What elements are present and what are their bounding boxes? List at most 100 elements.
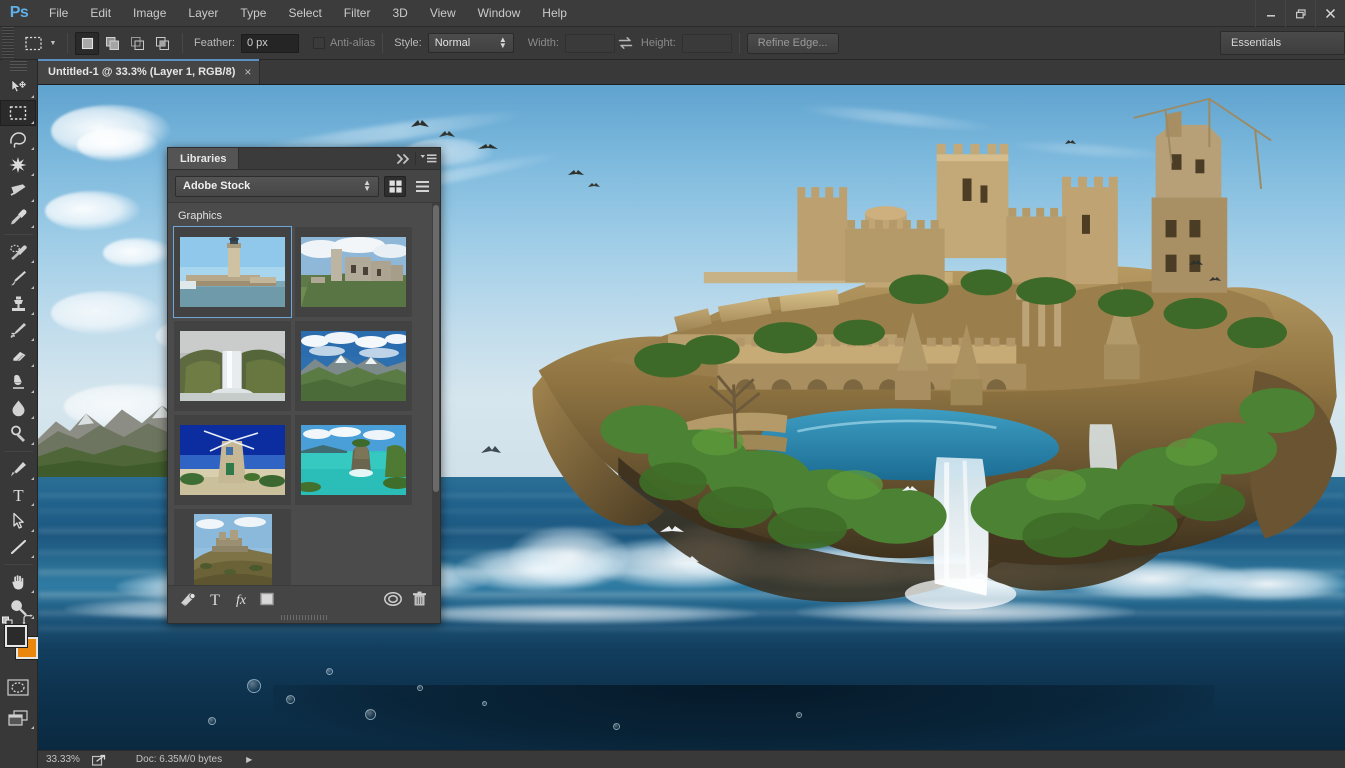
menu-item-view[interactable]: View: [419, 0, 467, 27]
pen-tool[interactable]: [0, 456, 36, 482]
hand-tool[interactable]: [0, 569, 36, 595]
libraries-footer: T fx: [168, 585, 440, 612]
add-to-selection-button[interactable]: [100, 32, 124, 55]
eyedropper-tool[interactable]: [0, 204, 36, 230]
divider: [67, 33, 68, 53]
add-character-style-button[interactable]: T: [202, 588, 228, 610]
intersect-with-selection-button[interactable]: [150, 32, 174, 55]
color-swatch-icon: [259, 591, 275, 607]
gradient-tool[interactable]: [0, 369, 36, 395]
path-selection-tool[interactable]: [0, 508, 36, 534]
libraries-asset-list[interactable]: Graphics: [168, 202, 440, 585]
library-asset-hilltop-fortress[interactable]: [174, 509, 291, 585]
library-asset-waterfall-mossy-cliff[interactable]: [174, 321, 291, 411]
rectangular-marquee-icon[interactable]: [20, 31, 46, 55]
refine-edge-button[interactable]: Refine Edge...: [747, 33, 839, 54]
history-brush-tool[interactable]: [0, 317, 36, 343]
menu-item-3d[interactable]: 3D: [381, 0, 418, 27]
horizontal-type-tool[interactable]: T: [0, 482, 36, 508]
menu-item-edit[interactable]: Edit: [79, 0, 122, 27]
line-shape-tool[interactable]: [0, 534, 36, 560]
library-asset-tropical-island-turquoise-sea[interactable]: [295, 415, 412, 505]
menu-item-select[interactable]: Select: [277, 0, 332, 27]
rectangular-marquee-tool[interactable]: [0, 100, 36, 126]
menu-item-filter[interactable]: Filter: [333, 0, 382, 27]
bird-icon: [567, 168, 585, 178]
library-asset-stone-windmill-blue-sky[interactable]: [174, 415, 291, 505]
delete-button[interactable]: [406, 588, 432, 610]
creative-cloud-icon: [383, 591, 403, 607]
dodge-tool[interactable]: [0, 421, 36, 447]
tool-flyout-indicator: [31, 286, 34, 289]
tab-libraries[interactable]: Libraries: [168, 148, 239, 169]
restore-icon[interactable]: [1285, 0, 1315, 27]
panel-resize-handle[interactable]: [168, 612, 440, 623]
tool-flyout-indicator: [31, 147, 34, 150]
antialias-checkbox[interactable]: [313, 37, 325, 49]
library-asset-mountain-range-clouds[interactable]: [295, 321, 412, 411]
brush-tool[interactable]: [0, 265, 36, 291]
crop-tool[interactable]: [0, 178, 36, 204]
close-icon[interactable]: ×: [244, 67, 251, 77]
library-select[interactable]: Adobe Stock ▲▼: [175, 176, 379, 197]
add-graphic-button[interactable]: [176, 588, 202, 610]
menu-item-image[interactable]: Image: [122, 0, 177, 27]
double-chevron-right-icon[interactable]: [391, 148, 415, 169]
add-layer-style-button[interactable]: fx: [228, 588, 254, 610]
libraries-scrollbar[interactable]: [432, 203, 440, 585]
spot-healing-brush-tool[interactable]: [0, 239, 36, 265]
library-select-value: Adobe Stock: [183, 180, 250, 192]
eraser-tool[interactable]: [0, 343, 36, 369]
menu-item-help[interactable]: Help: [531, 0, 578, 27]
libraries-panel[interactable]: Libraries: [167, 147, 441, 624]
sync-creative-cloud-button[interactable]: [380, 588, 406, 610]
tools-panel-grip[interactable]: [10, 61, 27, 72]
foreground-color-swatch[interactable]: [5, 625, 27, 647]
feather-input[interactable]: 0 px: [241, 34, 299, 53]
lasso-tool[interactable]: [0, 126, 36, 152]
options-bar-grip[interactable]: [2, 27, 14, 60]
list-view-icon[interactable]: [411, 176, 433, 197]
tool-flyout-indicator: [31, 590, 34, 593]
width-input[interactable]: [565, 34, 615, 53]
svg-text:fx: fx: [236, 593, 247, 607]
menu-item-window[interactable]: Window: [467, 0, 532, 27]
panel-menu-icon[interactable]: [416, 148, 440, 169]
menu-item-type[interactable]: Type: [229, 0, 277, 27]
scrollbar-thumb[interactable]: [433, 205, 439, 492]
move-tool[interactable]: [0, 74, 36, 100]
antialias-row[interactable]: Anti-alias: [313, 37, 375, 49]
subtract-from-selection-button[interactable]: [125, 32, 149, 55]
quick-selection-tool[interactable]: [0, 152, 36, 178]
library-asset-lighthouse-harbor[interactable]: [174, 227, 291, 317]
height-input[interactable]: [682, 34, 732, 53]
right-triangle-icon[interactable]: ▶: [222, 755, 252, 764]
style-label: Style:: [394, 37, 422, 49]
blur-tool[interactable]: [0, 395, 36, 421]
library-asset-castle-ruins-green-hill[interactable]: [295, 227, 412, 317]
menu-item-layer[interactable]: Layer: [177, 0, 229, 27]
thumbnail: [194, 514, 272, 585]
close-icon[interactable]: [1315, 0, 1345, 27]
grid-view-icon[interactable]: [384, 176, 406, 197]
document-tab-title: Untitled-1 @ 33.3% (Layer 1, RGB/8): [48, 66, 235, 78]
edit-in-quick-mask-mode-button[interactable]: [0, 674, 36, 700]
zoom-level[interactable]: 33.33%: [38, 754, 88, 765]
swap-width-height-icon[interactable]: [615, 36, 637, 50]
workspace-switcher[interactable]: Essentials: [1220, 31, 1345, 55]
document-canvas[interactable]: Libraries: [38, 85, 1345, 750]
tool-divider: [4, 451, 33, 452]
menu-item-file[interactable]: File: [38, 0, 79, 27]
tool-flyout-indicator: [31, 225, 34, 228]
add-color-button[interactable]: [254, 588, 280, 610]
thumbnail: [180, 425, 285, 495]
document-tab[interactable]: Untitled-1 @ 33.3% (Layer 1, RGB/8) ×: [38, 59, 260, 84]
change-screen-mode-button[interactable]: [0, 705, 36, 731]
new-selection-button[interactable]: [75, 32, 99, 55]
style-select[interactable]: Normal ▲▼: [428, 33, 514, 53]
clone-stamp-tool[interactable]: [0, 291, 36, 317]
minimize-icon[interactable]: [1255, 0, 1285, 27]
share-on-behance-icon[interactable]: [88, 754, 110, 766]
tool-preset-chevron-down-icon[interactable]: ▼: [46, 31, 60, 55]
tab-libraries-label: Libraries: [180, 153, 226, 165]
